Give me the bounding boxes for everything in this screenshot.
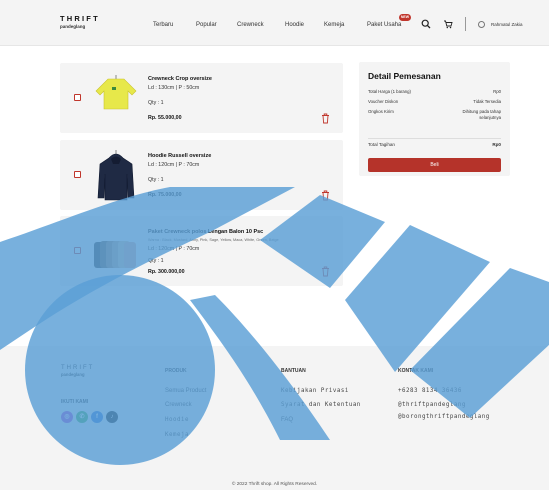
nav-paket-usaha[interactable]: Paket Usaha <box>367 22 401 28</box>
summary-row-shipping: Ongkos Kirim Dihitung pada tahap selanju… <box>368 109 501 120</box>
whatsapp-icon[interactable]: ✆ <box>76 411 88 423</box>
footer-link-syarat-ketentuan[interactable]: Syarat dan Ketentuan <box>281 402 361 408</box>
nav-kemeja[interactable]: Kemeja <box>324 22 344 28</box>
summary-row-total-bill: Total Tagihan Rp0 <box>368 142 501 147</box>
footer-link-hoodie[interactable]: Hoodie <box>165 417 189 423</box>
footer-link-semua-product[interactable]: Semua Product <box>165 388 206 394</box>
product-price: Rp. 55.000,00 <box>148 115 182 121</box>
tiktok-icon[interactable]: ♪ <box>106 411 118 423</box>
trash-icon[interactable] <box>321 190 330 201</box>
product-size: Ld : 130cm | P : 50cm <box>148 85 200 91</box>
footer-link-crewneck[interactable]: Crewneck <box>165 402 192 408</box>
order-summary-panel: Detail Pemesanan Total Harga (1 barang) … <box>359 62 510 176</box>
product-image-hoodie-navy[interactable] <box>90 146 142 204</box>
footer-brand-name: THRIFT <box>61 365 95 371</box>
user-avatar-icon[interactable] <box>478 21 485 28</box>
cart-item-1: Crewneck Crop oversize Ld : 130cm | P : … <box>60 63 343 133</box>
new-badge: NEW <box>399 14 411 21</box>
copyright-text: © 2022 Thrift shop. All Rights Reserved. <box>231 482 318 487</box>
product-size: Ld : 120cm | P : 70cm <box>148 246 200 252</box>
top-navbar: THRIFT pandeglang Terbaru Popular Crewne… <box>0 0 549 46</box>
footer-link-kebijakan-privasi[interactable]: Kebijakan Privasi <box>281 388 349 394</box>
brand-name: THRIFT <box>60 14 100 23</box>
product-image-crewneck-bundle[interactable] <box>90 222 142 280</box>
cart-item-3: Paket Crewneck polos Lengan Balon 10 Psc… <box>60 216 343 286</box>
total-value: Rp0 <box>492 142 501 147</box>
footer-heading-produk: PRODUK <box>165 368 187 374</box>
row-label: Voucher Diskon <box>368 99 399 104</box>
footer-instagram-handle[interactable]: @thriftpandeglang <box>398 402 466 408</box>
nav-hoodie[interactable]: Hoodie <box>285 22 304 28</box>
row-label: Ongkos Kirim <box>368 109 394 114</box>
footer-link-kemeja[interactable]: Kemeja <box>165 432 189 438</box>
cart-item-2: Hoodie Russell oversize Ld : 120cm | P :… <box>60 140 343 210</box>
product-image-crewneck-yellow[interactable] <box>90 69 142 127</box>
footer-heading-bantuan: BANTUAN <box>281 368 306 374</box>
product-name: Paket Crewneck polos Lengan Balon 10 Psc <box>148 229 264 235</box>
row-value-line2: selanjutnya <box>479 115 501 120</box>
footer-phone[interactable]: +6283 8134 36436 <box>398 388 462 394</box>
brand-location: pandeglang <box>60 23 86 29</box>
product-variant: Warna : Black, Mustard, Army, Pink, Sage… <box>148 238 279 242</box>
follow-us-label: IKUTI KAMI <box>61 399 89 405</box>
product-qty: Qty : 1 <box>148 258 164 264</box>
footer-brand-location: pandeglang <box>61 372 85 377</box>
summary-row-voucher: Voucher Diskon Tidak Tersedia <box>368 99 501 104</box>
footer-link-faq[interactable]: FAQ <box>281 417 293 423</box>
select-checkbox-3[interactable] <box>74 247 81 254</box>
product-price: Rp. 75.000,00 <box>148 192 182 198</box>
product-qty: Qty : 1 <box>148 177 164 183</box>
facebook-icon[interactable]: f <box>91 411 103 423</box>
trash-icon[interactable] <box>321 113 330 124</box>
select-checkbox-2[interactable] <box>74 171 81 178</box>
product-qty: Qty : 1 <box>148 100 164 106</box>
trash-icon[interactable] <box>321 266 330 277</box>
product-size: Ld : 120cm | P : 70cm <box>148 162 200 168</box>
footer-heading-kontak: KONTAK KAMI <box>398 368 434 374</box>
summary-row-total-price: Total Harga (1 barang) Rp0 <box>368 89 501 94</box>
instagram-icon[interactable]: ◎ <box>61 411 73 423</box>
row-value: Dihitung pada tahap <box>462 109 501 114</box>
row-label: Total Harga (1 barang) <box>368 89 411 94</box>
nav-crewneck[interactable]: Crewneck <box>237 22 264 28</box>
cart-icon[interactable] <box>443 19 453 29</box>
summary-divider <box>368 138 501 139</box>
product-price: Rp. 300.000,00 <box>148 269 185 275</box>
header-divider <box>465 17 466 31</box>
search-icon[interactable] <box>421 19 431 29</box>
footer-logo[interactable]: THRIFT pandeglang <box>61 365 94 377</box>
footer-instagram-handle-2[interactable]: @borongthriftpandeglang <box>398 414 490 420</box>
summary-title: Detail Pemesanan <box>368 71 441 81</box>
brand-logo[interactable]: THRIFT pandeglang <box>60 15 100 29</box>
select-checkbox-1[interactable] <box>74 94 81 101</box>
user-name[interactable]: Rahmatul Zakia <box>491 22 523 27</box>
nav-popular[interactable]: Popular <box>196 22 217 28</box>
row-value: Tidak Tersedia <box>473 99 501 104</box>
footer: THRIFT pandeglang IKUTI KAMI ◎ ✆ f ♪ PRO… <box>0 346 549 490</box>
total-label: Total Tagihan <box>368 142 395 147</box>
nav-terbaru[interactable]: Terbaru <box>153 22 173 28</box>
row-value: Rp0 <box>493 89 501 94</box>
product-name: Crewneck Crop oversize <box>148 76 212 82</box>
buy-button[interactable]: Beli <box>368 158 501 172</box>
product-name: Hoodie Russell oversize <box>148 153 212 159</box>
